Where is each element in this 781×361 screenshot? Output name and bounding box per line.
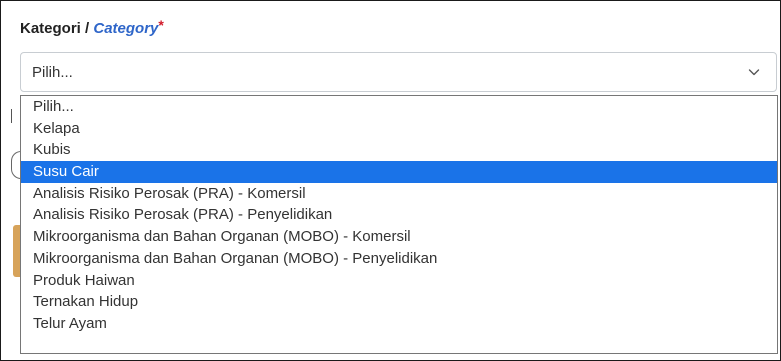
dropdown-option[interactable]: Pilih... (21, 96, 777, 118)
dropdown-option[interactable]: Mikroorganisma dan Bahan Organan (MOBO) … (21, 248, 777, 270)
category-dropdown-list[interactable]: Pilih... Kelapa Kubis Susu Cair Analisis… (20, 95, 778, 354)
category-select[interactable]: Pilih... (20, 52, 777, 92)
dropdown-option[interactable]: Mikroorganisma dan Bahan Organan (MOBO) … (21, 226, 777, 248)
dropdown-option-highlighted[interactable]: Susu Cair (21, 161, 777, 183)
form-panel: Kategori / Category* Pilih... Pilih... K… (0, 0, 781, 361)
label-separator: / (80, 20, 94, 37)
dropdown-option[interactable]: Produk Haiwan (21, 270, 777, 292)
dropdown-option[interactable]: Analisis Risiko Perosak (PRA) - Komersil (21, 183, 777, 205)
dropdown-option[interactable]: Kelapa (21, 118, 777, 140)
chevron-down-icon (748, 69, 760, 76)
category-field-label: Kategori / Category* (20, 17, 164, 37)
dropdown-option[interactable]: Analisis Risiko Perosak (PRA) - Penyelid… (21, 204, 777, 226)
dropdown-option[interactable]: Kubis (21, 139, 777, 161)
dropdown-option[interactable]: Ternakan Hidup (21, 291, 777, 313)
dropdown-option[interactable]: Telur Ayam (21, 313, 777, 335)
label-local: Kategori (20, 20, 81, 37)
select-current-value: Pilih... (32, 64, 73, 81)
required-marker: * (158, 17, 164, 33)
label-english: Category (93, 20, 159, 37)
